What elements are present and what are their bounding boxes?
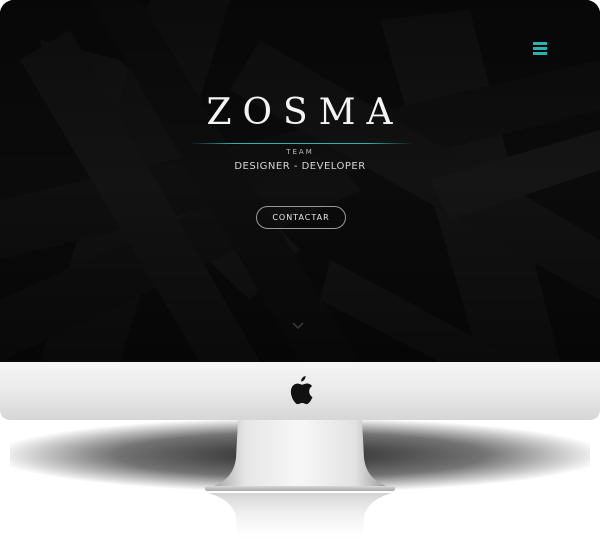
brand-divider [189,143,413,144]
brand-title: ZOSMA [206,92,404,133]
stand-reflection [208,493,392,544]
monitor-stand [205,420,395,491]
brand-subtitle: TEAM [286,148,314,156]
contact-button[interactable]: CONTACTAR [256,206,346,229]
monitor-screen: ZOSMA TEAM DESIGNER - DEVELOPER CONTACTA… [0,0,600,362]
imac-mockup: ZOSMA TEAM DESIGNER - DEVELOPER CONTACTA… [0,0,600,544]
menu-button[interactable] [533,42,547,56]
hero-section: ZOSMA TEAM DESIGNER - DEVELOPER CONTACTA… [0,0,600,362]
chevron-down-icon[interactable] [291,321,305,331]
tagline: DESIGNER - DEVELOPER [234,161,366,172]
hamburger-line [533,47,547,50]
hamburger-menu-icon [533,42,547,45]
apple-logo-icon [290,376,313,405]
hamburger-line [533,52,547,55]
background-pattern [0,0,600,362]
